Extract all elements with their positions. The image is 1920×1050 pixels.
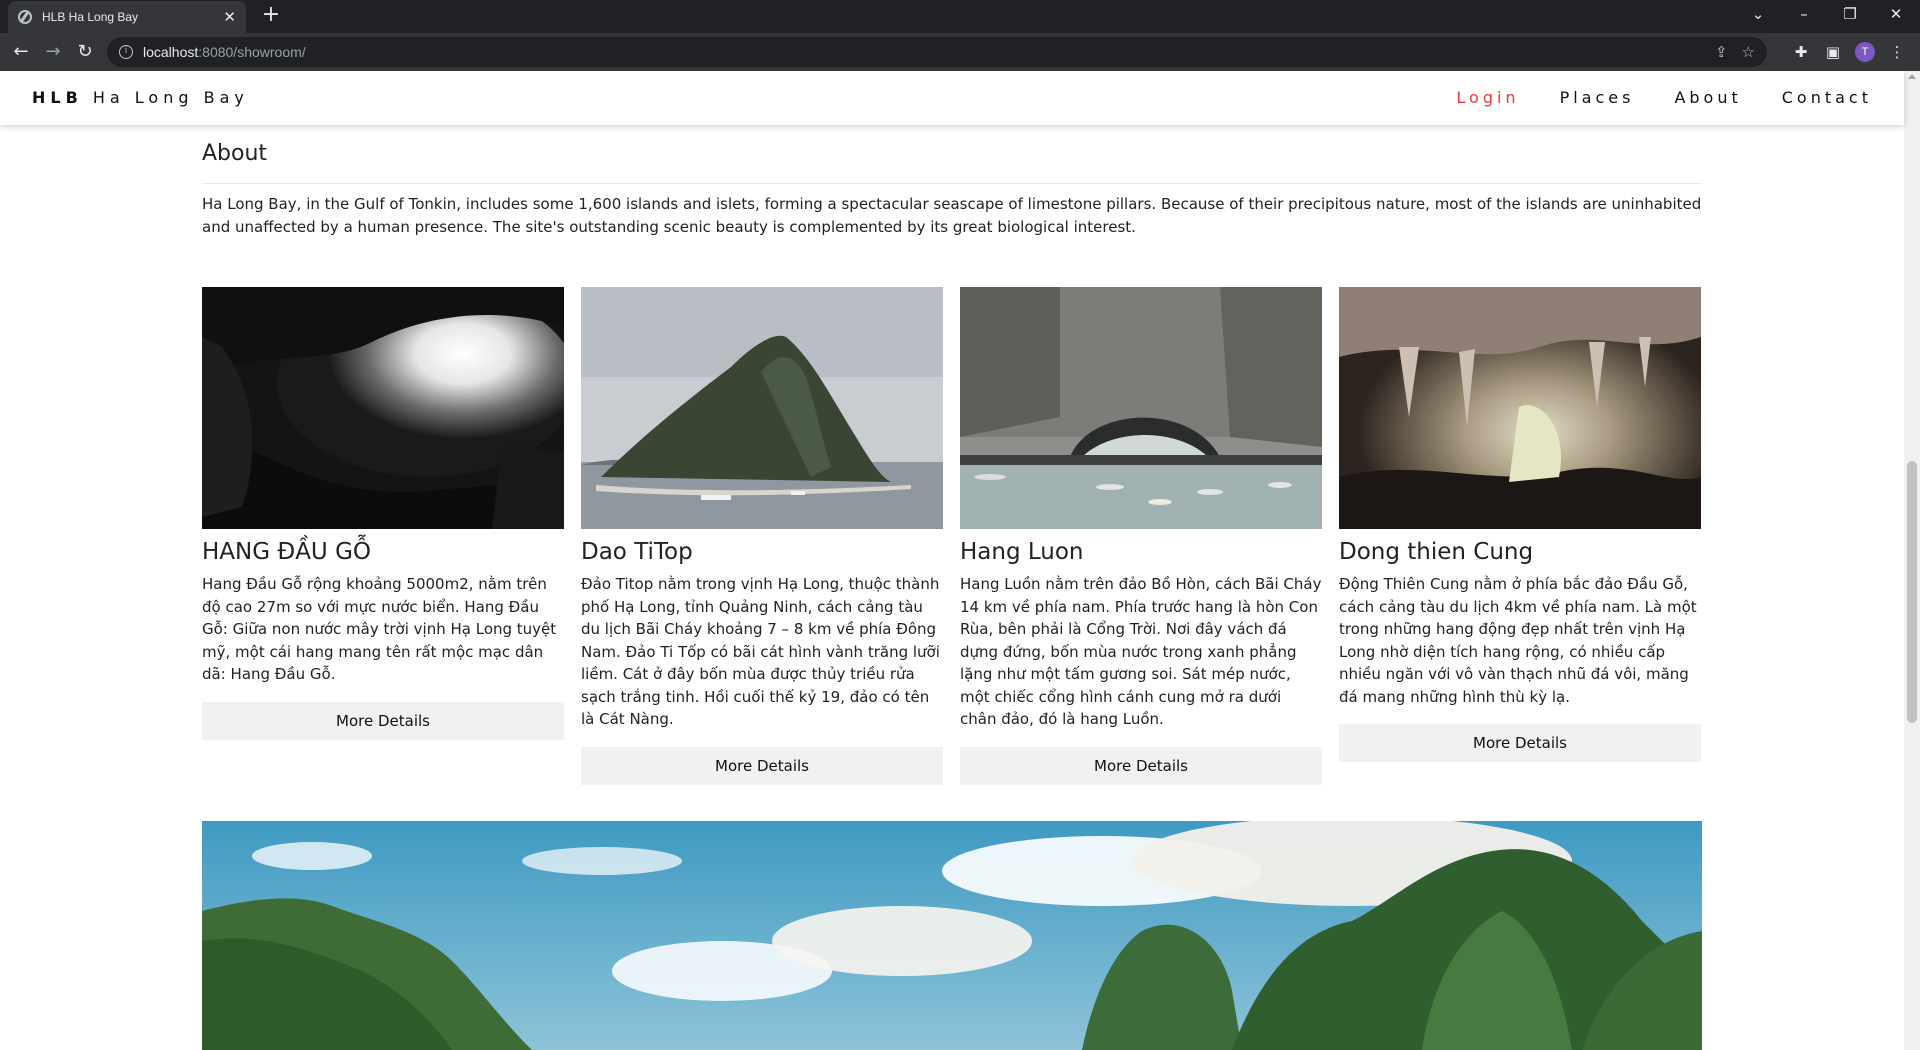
place-card: Hang Luon Hang Luồn nằm trên đảo Bồ Hòn,…	[960, 287, 1322, 785]
reload-icon[interactable]: ↻	[71, 38, 99, 66]
nav-about-link[interactable]: About	[1674, 88, 1741, 107]
place-image-hang-luon	[960, 287, 1322, 529]
browser-tab[interactable]: HLB Ha Long Bay ✕	[8, 1, 246, 33]
scroll-up-icon[interactable]	[1908, 74, 1916, 79]
tab-title: HLB Ha Long Bay	[42, 10, 139, 24]
forward-icon[interactable]: →	[39, 38, 67, 66]
tab-close-icon[interactable]: ✕	[223, 8, 236, 26]
profile-avatar[interactable]: T	[1855, 42, 1875, 62]
browser-toolbar: ← → ↻ i localhost:8080/showroom/ ⇪ ☆ ✚ ▣…	[0, 33, 1920, 71]
about-heading: About	[202, 141, 268, 166]
place-image-dao-titop	[581, 287, 943, 529]
new-tab-button[interactable]: +	[260, 4, 282, 28]
sidepanel-icon[interactable]: ▣	[1822, 41, 1844, 63]
site-navbar: HLB Ha Long Bay Login Places About Conta…	[0, 71, 1904, 125]
page-scrollbar[interactable]	[1904, 71, 1920, 1050]
restore-icon[interactable]: ❐	[1827, 0, 1873, 31]
nav-login-link[interactable]: Login	[1456, 88, 1519, 107]
close-window-icon[interactable]: ✕	[1873, 0, 1919, 31]
place-description: Hang Luồn nằm trên đảo Bồ Hòn, cách Bãi …	[960, 575, 1322, 728]
place-title: Dao TiTop	[581, 539, 693, 565]
place-description: Hang Đầu Gỗ rộng khoảng 5000m2, nằm trên…	[202, 575, 557, 683]
minimize-icon[interactable]: –	[1781, 0, 1827, 31]
place-description: Động Thiên Cung nằm ở phía bắc đảo Đầu G…	[1339, 575, 1697, 706]
tab-search-icon[interactable]: ⌄	[1735, 0, 1781, 31]
more-details-button[interactable]: More Details	[1339, 724, 1701, 762]
nav-contact-link[interactable]: Contact	[1782, 88, 1872, 107]
place-title: HANG ĐẦU GỖ	[202, 539, 371, 565]
star-icon[interactable]: ☆	[1742, 43, 1755, 61]
place-image-dong-thien-cung	[1339, 287, 1701, 529]
site-brand[interactable]: HLB Ha Long Bay	[32, 88, 249, 107]
share-icon[interactable]: ⇪	[1715, 43, 1728, 61]
browser-tab-strip: HLB Ha Long Bay ✕ + ⌄ – ❐ ✕	[0, 0, 1920, 33]
place-image-hang-dau-go	[202, 287, 564, 529]
about-text: Ha Long Bay, in the Gulf of Tonkin, incl…	[202, 195, 1702, 236]
place-description: Đảo Titop nằm trong vịnh Hạ Long, thuộc …	[581, 575, 940, 728]
bay-banner-image	[202, 821, 1702, 1050]
nav-places-link[interactable]: Places	[1560, 88, 1635, 107]
divider	[202, 183, 1702, 184]
more-details-button[interactable]: More Details	[202, 701, 564, 740]
place-title: Hang Luon	[960, 539, 1084, 565]
menu-icon[interactable]: ⋮	[1886, 41, 1908, 63]
more-details-button[interactable]: More Details	[581, 746, 943, 785]
nav-menu: Login Places About Contact	[1416, 88, 1872, 107]
place-card: Dao TiTop Đảo Titop nằm trong vịnh Hạ Lo…	[581, 287, 943, 785]
extensions-icon[interactable]: ✚	[1790, 41, 1812, 63]
page-viewport: HLB Ha Long Bay Login Places About Conta…	[0, 71, 1920, 1050]
back-icon[interactable]: ←	[7, 38, 35, 66]
more-details-button[interactable]: More Details	[960, 746, 1322, 785]
info-icon[interactable]: i	[119, 45, 133, 59]
scrollbar-thumb[interactable]	[1907, 461, 1917, 723]
url-text: localhost:8080/showroom/	[143, 44, 306, 60]
place-card: Dong thien Cung Động Thiên Cung nằm ở ph…	[1339, 287, 1701, 762]
place-card: HANG ĐẦU GỖ Hang Đầu Gỗ rộng khoảng 5000…	[202, 287, 564, 740]
site-favicon-icon	[18, 10, 32, 24]
address-bar[interactable]: i localhost:8080/showroom/ ⇪ ☆	[107, 37, 1767, 67]
place-title: Dong thien Cung	[1339, 539, 1534, 565]
